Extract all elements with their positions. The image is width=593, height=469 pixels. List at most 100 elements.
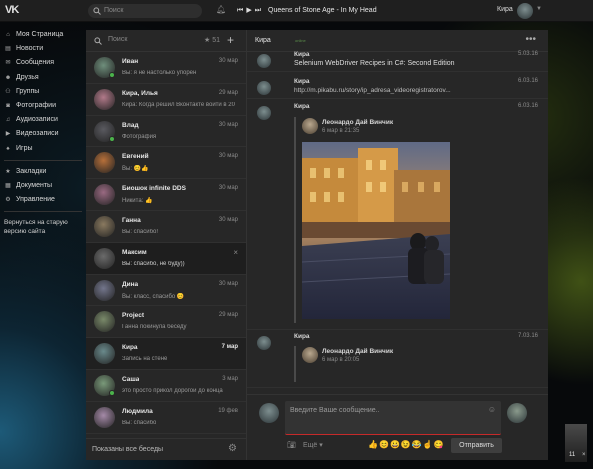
- close-icon[interactable]: ×: [233, 248, 238, 257]
- news-icon: ▤: [5, 46, 11, 53]
- chat-title[interactable]: Кира: [255, 37, 271, 44]
- send-button[interactable]: Отправить: [451, 438, 502, 453]
- nav-item-photos[interactable]: ◙ Фотографии: [0, 99, 86, 113]
- nav-item-bookmarks[interactable]: ★ Закладки: [0, 165, 86, 179]
- nav-item-audio[interactable]: ♫ Аудиозаписи: [0, 113, 86, 127]
- vk-logo[interactable]: VK: [5, 4, 19, 16]
- chevron-down-icon[interactable]: ▼: [536, 6, 542, 12]
- message-author[interactable]: Кира: [294, 103, 310, 110]
- emoji-option[interactable]: 👍: [368, 440, 378, 449]
- nav-item-documents[interactable]: ▦ Документы: [0, 179, 86, 193]
- play-icon[interactable]: ▶: [246, 7, 251, 14]
- avatar[interactable]: [94, 406, 115, 428]
- dialog-item[interactable]: Project 29 мар Ганна покинула беседу: [86, 306, 246, 339]
- nav-item-label: Моя Страница: [16, 31, 64, 38]
- attached-photo[interactable]: [302, 142, 450, 319]
- camera-icon[interactable]: 📷︎: [287, 441, 296, 449]
- nav-item-home[interactable]: ⌂ Моя Страница: [0, 28, 86, 42]
- next-track-icon[interactable]: ⏭: [255, 7, 261, 14]
- dialog-item[interactable]: Иван 30 мар Вы: я не настолько упорен: [86, 52, 246, 84]
- avatar[interactable]: [94, 343, 115, 365]
- current-track[interactable]: Queens of Stone Age - In My Head: [268, 7, 377, 14]
- message[interactable]: Кира 6.03.16 http://m.pikabu.ru/story/ip…: [247, 77, 548, 99]
- message-date: 6.03.16: [517, 103, 538, 109]
- avatar[interactable]: [94, 152, 115, 174]
- nav-item-messages[interactable]: ✉ Сообщения: [0, 56, 86, 70]
- avatar[interactable]: [257, 54, 271, 68]
- message-author[interactable]: Кира: [294, 51, 310, 58]
- games-icon: ♠: [6, 145, 10, 152]
- emoji-option[interactable]: 😀: [390, 440, 400, 449]
- dialog-item[interactable]: Биошок infinite DDS 30 мар Никита: 👍: [86, 179, 246, 211]
- forwarded-avatar[interactable]: [302, 347, 318, 363]
- my-avatar[interactable]: [259, 403, 279, 423]
- emoji-option[interactable]: ☝: [423, 440, 433, 449]
- avatar[interactable]: [257, 336, 271, 350]
- nav-item-groups[interactable]: ⚇ Группы: [0, 85, 86, 99]
- dialog-name: Максим: [122, 248, 147, 256]
- messages-icon: ✉: [5, 60, 11, 67]
- nav-item-manage[interactable]: ⚙ Управление: [0, 193, 86, 207]
- message[interactable]: Кира 7.03.16 Леонардо Дай Винчик 6 мар в…: [247, 332, 548, 388]
- message-author[interactable]: Кира: [294, 333, 310, 340]
- recipient-avatar[interactable]: [507, 403, 527, 423]
- dialog-item[interactable]: Влад 30 мар Фотография: [86, 116, 246, 148]
- user-avatar[interactable]: [517, 3, 533, 19]
- prev-track-icon[interactable]: ⏮: [237, 7, 243, 14]
- emoji-option[interactable]: 😋: [434, 440, 444, 449]
- forwarded-author[interactable]: Леонардо Дай Винчик: [322, 119, 393, 126]
- avatar[interactable]: [94, 279, 115, 301]
- avatar[interactable]: [94, 88, 115, 110]
- message[interactable]: Кира 5.03.16 Selenium WebDriver Recipes …: [247, 50, 548, 72]
- avatar[interactable]: [257, 106, 271, 120]
- starred-dialogs[interactable]: ★ 51: [204, 36, 220, 44]
- avatar[interactable]: [94, 184, 115, 206]
- emoji-option[interactable]: 😂: [412, 440, 422, 449]
- avatar[interactable]: [94, 215, 115, 237]
- dialogs-footer-text[interactable]: Показаны все беседы: [92, 446, 163, 453]
- avatar[interactable]: [257, 81, 271, 95]
- close-icon[interactable]: ×: [582, 452, 586, 458]
- nav-item-video[interactable]: ▶ Видеозаписи: [0, 127, 86, 141]
- dialog-date: 30 мар: [218, 58, 238, 64]
- avatar[interactable]: [94, 247, 115, 269]
- more-options-icon[interactable]: •••: [525, 34, 536, 45]
- dialog-item[interactable]: Кира 7 мар Запись на стене: [86, 338, 246, 370]
- new-dialog-plus-icon[interactable]: +: [227, 33, 234, 47]
- nav-item-news[interactable]: ▤ Новости: [0, 42, 86, 56]
- forwarded-avatar[interactable]: [302, 118, 318, 134]
- dialog-item[interactable]: Кира, Илья 29 мар Кира: Когда решил Вконта…: [86, 84, 246, 116]
- dialog-item[interactable]: Саша 3 мар это просто прикол дорогой до ко…: [86, 370, 246, 402]
- dialog-item[interactable]: Евгений 30 мар Вы: 😊👍: [86, 147, 246, 180]
- notifications-bell-icon[interactable]: 🔔︎: [216, 5, 226, 14]
- dialog-name: Иван: [122, 58, 139, 65]
- emoji-option[interactable]: 😉: [401, 440, 411, 449]
- top-search-placeholder: Поиск: [104, 7, 124, 14]
- photos-icon: ◙: [6, 102, 10, 109]
- dialog-preview: Вы: спасибо!: [122, 228, 159, 235]
- top-search-input[interactable]: Поиск: [88, 4, 202, 18]
- dialog-item[interactable]: Ганна 30 мар Вы: спасибо!: [86, 211, 246, 243]
- settings-gear-icon[interactable]: ⚙: [228, 443, 237, 454]
- old-version-link[interactable]: Вернуться на старую версию сайта: [0, 218, 86, 236]
- message-link[interactable]: http://m.pikabu.ru/story/ip_adresa_video…: [294, 87, 451, 94]
- nav-item-games[interactable]: ♠ Игры: [0, 142, 86, 156]
- message-author[interactable]: Кира: [294, 78, 310, 85]
- dialog-item[interactable]: Людмила 19 фев Вы: спасибо: [86, 402, 246, 434]
- message-input[interactable]: Введите Ваше сообщение.. ☺: [285, 401, 501, 435]
- message-date: 6.03.16: [517, 78, 538, 84]
- dialog-item[interactable]: Дина 30 мар Вы: класс, спасибо 😊: [86, 275, 246, 307]
- emoji-option[interactable]: 😊: [379, 440, 389, 449]
- nav-item-friends[interactable]: ☻ Друзья: [0, 71, 86, 85]
- dialog-item[interactable]: Максим × Вы: спасибо, не буду)): [86, 242, 246, 275]
- dialogs-search-input[interactable]: Поиск: [108, 36, 127, 43]
- user-name[interactable]: Кира: [497, 6, 513, 13]
- forwarded-author[interactable]: Леонардо Дай Винчик: [322, 348, 393, 355]
- message[interactable]: Кира 6.03.16 Леонардо Дай Винчик 6 мар в…: [247, 102, 548, 330]
- nav-item-label: Управление: [16, 196, 55, 204]
- more-attach-button[interactable]: Ещё ▾: [303, 441, 323, 449]
- message-input-area: Введите Ваше сообщение.. ☺ 📷︎ Ещё ▾ 👍😊😀😉…: [247, 394, 548, 460]
- smile-icon[interactable]: ☺: [488, 405, 496, 414]
- avatar[interactable]: [94, 311, 115, 333]
- message-input-placeholder: Введите Ваше сообщение..: [290, 407, 380, 414]
